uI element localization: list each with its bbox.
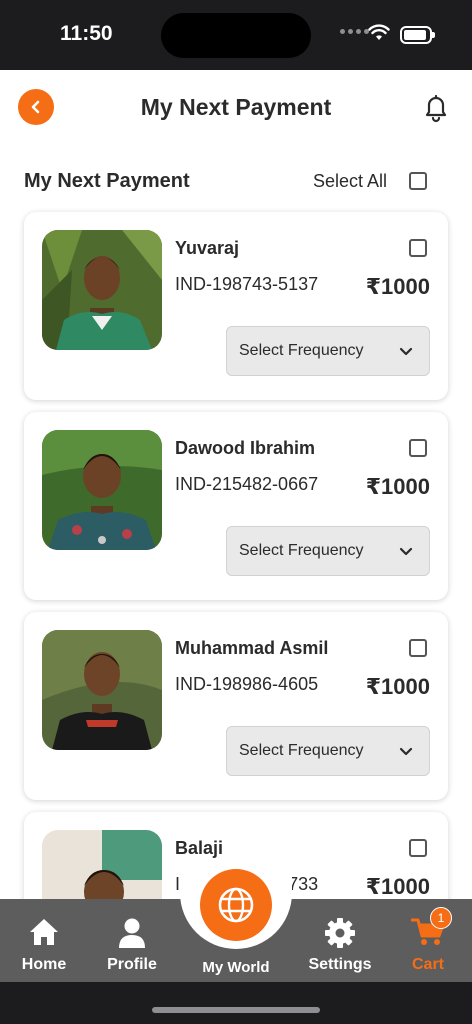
home-indicator[interactable] xyxy=(152,1007,320,1013)
battery-icon xyxy=(400,26,435,44)
section-heading: My Next Payment xyxy=(24,170,190,192)
child-name: Yuvaraj xyxy=(175,238,240,258)
chevron-down-icon xyxy=(399,747,413,756)
child-select-checkbox[interactable] xyxy=(409,839,427,857)
status-bar: 11:50 xyxy=(0,0,472,70)
globe-icon xyxy=(218,887,254,923)
child-name: Muhammad Asmil xyxy=(175,638,329,658)
nav-profile[interactable]: Profile xyxy=(101,899,163,982)
app-header: My Next Payment xyxy=(0,70,472,145)
select-all-label[interactable]: Select All xyxy=(313,171,387,192)
nav-home-label: Home xyxy=(21,956,67,973)
frequency-dropdown[interactable]: Select Frequency xyxy=(226,726,430,776)
child-select-checkbox[interactable] xyxy=(409,439,427,457)
home-icon xyxy=(30,919,58,945)
cart-count-badge: 1 xyxy=(430,907,452,929)
child-photo xyxy=(42,630,162,750)
child-select-checkbox[interactable] xyxy=(409,239,427,257)
nav-settings[interactable]: Settings xyxy=(303,899,377,982)
page-title: My Next Payment xyxy=(140,94,332,120)
child-photo xyxy=(42,230,162,350)
child-card: Muhammad Asmil IND-198986-4605 ₹1000 Sel… xyxy=(24,612,448,800)
nav-cart-label: Cart xyxy=(411,956,444,973)
wifi-icon xyxy=(368,24,390,40)
nav-my-world[interactable] xyxy=(200,869,272,941)
notifications-button[interactable] xyxy=(418,90,454,126)
child-id: IND-198743-5137 xyxy=(175,274,319,294)
profile-icon xyxy=(119,918,145,948)
nav-home[interactable]: Home xyxy=(14,899,74,982)
nav-settings-label: Settings xyxy=(308,956,372,973)
child-id: IND-198986-4605 xyxy=(175,674,319,694)
nav-cart[interactable]: 1 Cart xyxy=(402,899,454,982)
frequency-label: Select Frequency xyxy=(239,742,364,759)
frequency-label: Select Frequency xyxy=(239,342,364,359)
child-name: Dawood Ibrahim xyxy=(175,438,316,458)
chevron-down-icon xyxy=(399,547,413,556)
child-select-checkbox[interactable] xyxy=(409,639,427,657)
signal-icon xyxy=(340,29,369,34)
chevron-down-icon xyxy=(399,347,413,356)
payment-amount: ₹1000 xyxy=(365,674,430,699)
dynamic-island xyxy=(161,13,311,58)
gear-icon xyxy=(325,918,355,948)
child-photo xyxy=(42,430,162,550)
frequency-dropdown[interactable]: Select Frequency xyxy=(226,326,430,376)
payment-amount: ₹1000 xyxy=(365,274,430,299)
frequency-dropdown[interactable]: Select Frequency xyxy=(226,526,430,576)
nav-profile-label: Profile xyxy=(107,956,157,973)
child-name: Balaji xyxy=(175,838,224,858)
nav-my-world-label: My World xyxy=(202,959,270,976)
screen: My Next Payment My Next Payment Select A… xyxy=(0,70,472,982)
payment-amount: ₹1000 xyxy=(365,474,430,499)
status-time: 11:50 xyxy=(60,22,113,45)
child-card: Dawood Ibrahim IND-215482-0667 ₹1000 Sel… xyxy=(24,412,448,600)
child-id: IND-215482-0667 xyxy=(175,474,319,494)
select-all-checkbox[interactable] xyxy=(409,172,427,190)
frequency-label: Select Frequency xyxy=(239,542,364,559)
payment-amount: ₹1000 xyxy=(365,874,430,899)
child-card: Yuvaraj IND-198743-5137 ₹1000 Select Fre… xyxy=(24,212,448,400)
bell-icon xyxy=(425,94,447,123)
